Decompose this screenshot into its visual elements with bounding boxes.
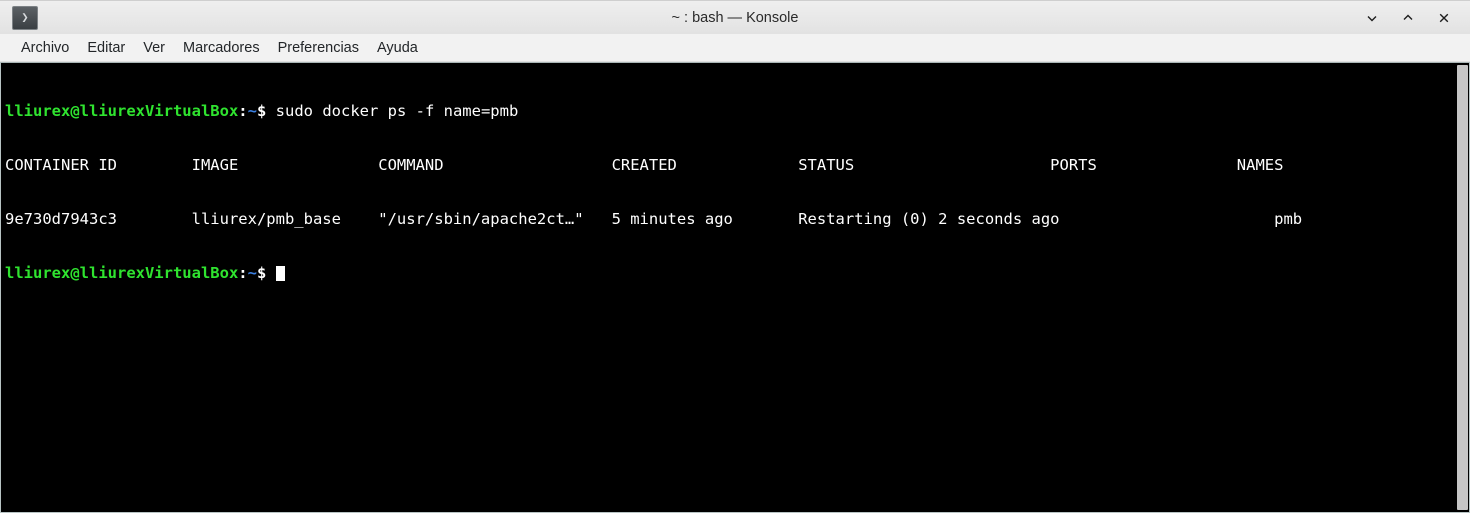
window-title: ~ : bash — Konsole [671,9,799,26]
menu-item-preferencias[interactable]: Preferencias [269,37,368,59]
prompt-user-host: lliurex@lliurexVirtualBox [5,102,239,120]
prompt-colon: : [238,102,248,120]
menu-item-editar[interactable]: Editar [78,37,134,59]
scrollbar-thumb[interactable] [1457,65,1468,510]
active-prompt-dollar: $ [256,264,267,282]
text-cursor [275,266,285,281]
konsole-window: ❯ ~ : bash — Konsole Archivo Editar Ver … [0,0,1470,513]
title-bar: ❯ ~ : bash — Konsole [0,0,1470,34]
active-prompt-colon: : [238,264,248,282]
active-prompt-line: lliurex@lliurexVirtualBox:~$ [5,264,1456,282]
menu-item-ver[interactable]: Ver [134,37,174,59]
terminal-scrollbar[interactable] [1456,63,1469,512]
window-controls [1364,10,1464,26]
typed-command: sudo docker ps -f name=pmb [266,102,519,120]
close-icon[interactable] [1436,10,1452,26]
docker-ps-row: 9e730d7943c3 lliurex/pmb_base "/usr/sbin… [5,210,1303,228]
menu-item-marcadores[interactable]: Marcadores [174,37,269,59]
prompt-dollar: $ [256,102,267,120]
docker-ps-header: CONTAINER ID IMAGE COMMAND CREATED STATU… [5,156,1284,174]
active-prompt-path: ~ [247,264,257,282]
menu-item-archivo[interactable]: Archivo [12,37,78,59]
terminal-output[interactable]: lliurex@lliurexVirtualBox:~$ sudo docker… [1,63,1456,512]
terminal-prompt-icon[interactable]: ❯ [12,5,38,30]
menu-bar: Archivo Editar Ver Marcadores Preferenci… [0,34,1470,62]
chevron-up-icon[interactable] [1400,10,1416,26]
terminal-area[interactable]: lliurex@lliurexVirtualBox:~$ sudo docker… [0,62,1470,513]
command-line: lliurex@lliurexVirtualBox:~$ sudo docker… [5,102,1456,120]
prompt-path: ~ [247,102,257,120]
chevron-down-icon[interactable] [1364,10,1380,26]
active-prompt-user-host: lliurex@lliurexVirtualBox [5,264,239,282]
menu-item-ayuda[interactable]: Ayuda [368,37,427,59]
